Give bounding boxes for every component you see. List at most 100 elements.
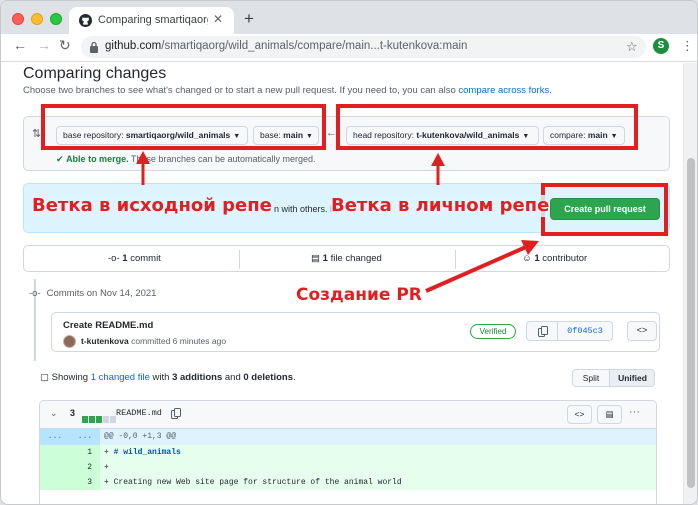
commit-time: committed 6 minutes ago (131, 336, 227, 346)
copy-sha-button[interactable] (526, 321, 558, 341)
diff-summary: ▢ Showing 1 changed file with 3 addition… (40, 372, 296, 383)
lock-icon (90, 41, 98, 53)
hunk-header-text: @@ -0,0 +1,3 @@ (104, 432, 177, 441)
diff-line: 2 + (40, 460, 656, 475)
commit-icon: -o- (108, 253, 120, 264)
rich-diff-button[interactable]: ▤ (597, 405, 622, 424)
tab-bar: Comparing smartiqaorg:main... ✕ + (1, 1, 697, 34)
diff-view-toggle: Split Unified (572, 369, 655, 387)
files-stat[interactable]: ▤ 1 file changed (311, 253, 382, 264)
git-compare-icon: ⇅ (32, 128, 42, 140)
divider (455, 250, 456, 269)
merge-status-label: Able to merge. (66, 154, 129, 164)
new-tab-button[interactable]: + (244, 9, 254, 29)
changed-files-link[interactable]: 1 changed file (91, 372, 150, 383)
diff-code: + # wild_animals (104, 445, 181, 460)
divider (239, 250, 240, 269)
bookmark-star-icon[interactable]: ☆ (626, 39, 638, 55)
commits-date-heading: -o- Commits on Nov 14, 2021 (29, 288, 156, 299)
expand-down-icon[interactable]: ... (70, 429, 100, 445)
hunk-header: ... ... @@ -0,0 +1,3 @@ (40, 429, 656, 445)
new-line-number[interactable]: 1 (70, 445, 100, 460)
url-domain: github.com (105, 40, 162, 52)
chevron-down-icon[interactable]: ⌄ (50, 408, 58, 419)
contributors-label: contributor (542, 253, 588, 264)
create-pr-highlight (541, 183, 668, 236)
reload-icon[interactable]: ↻ (59, 37, 71, 54)
verified-badge[interactable]: Verified (470, 324, 516, 339)
base-branch-highlight (41, 104, 326, 150)
base-branch-annotation: Ветка в исходной репе (32, 195, 272, 217)
create-pr-annotation: Создание PR (293, 285, 425, 305)
personal-branch-annotation: Ветка в личном репе (331, 195, 550, 217)
commits-stat[interactable]: -o- 1 commit (108, 253, 161, 264)
subtitle-text: Choose two branches to see what's change… (23, 85, 456, 96)
code-view-button[interactable]: <> (567, 405, 592, 424)
file-diff-icon: ▤ (311, 253, 320, 264)
check-icon: ✔ (56, 154, 64, 164)
tab-title: Comparing smartiqaorg:main... (98, 14, 208, 26)
commit-meta: t-kutenkova committed 6 minutes ago (81, 336, 226, 346)
expand-up-icon[interactable]: ... (40, 429, 70, 445)
minimize-window-button[interactable] (31, 13, 43, 25)
browse-repo-button[interactable]: <> (627, 321, 657, 341)
file-change-count: 3 (70, 408, 76, 418)
head-branch-highlight (336, 104, 638, 150)
commit-row: Create README.md t-kutenkova committed 6… (51, 312, 660, 352)
browser-menu-icon[interactable]: ⋮ (681, 38, 694, 54)
diff-line: 3 + Creating new Web site page for struct… (40, 475, 656, 490)
new-line-number[interactable]: 3 (70, 475, 100, 490)
browser-tab[interactable]: Comparing smartiqaorg:main... ✕ (69, 7, 234, 34)
new-line-number[interactable]: 2 (70, 460, 100, 475)
close-window-button[interactable] (12, 13, 24, 25)
tab-close-icon[interactable]: ✕ (213, 12, 223, 26)
diff-additions: 3 additions (172, 372, 223, 383)
forward-icon[interactable]: → (37, 37, 51, 53)
contributors-count: 1 (534, 253, 540, 264)
merge-status-text: These branches can be automatically merg… (130, 154, 316, 164)
diff-prefix: + (104, 448, 114, 457)
commits-label: commit (130, 253, 161, 264)
people-icon: ☺ (522, 253, 532, 264)
back-icon[interactable]: ← (13, 37, 27, 53)
avatar[interactable] (63, 335, 76, 348)
address-bar[interactable]: github.com/smartiqaorg/wild_animals/comp… (81, 36, 646, 58)
unified-view-button[interactable]: Unified (610, 370, 654, 386)
commit-author-link[interactable]: t-kutenkova (81, 336, 129, 346)
diff-code: + (104, 463, 109, 472)
diffstat-bars (82, 410, 117, 428)
url-text: github.com/smartiqaorg/wild_animals/comp… (105, 40, 467, 52)
old-line-number[interactable] (40, 475, 70, 490)
split-view-button[interactable]: Split (573, 370, 610, 386)
commit-dot-icon: -o- (29, 288, 41, 299)
diff-code: + Creating new Web site page for structu… (104, 478, 402, 487)
commits-date-label: Commits on Nov 14, 2021 (46, 288, 157, 299)
commit-title-link[interactable]: Create README.md (63, 320, 153, 331)
diff-and: and (224, 372, 241, 383)
diff-period: . (293, 372, 296, 383)
diff-line: 1 + # wild_animals (40, 445, 656, 460)
diff-deletions: 0 deletions (243, 372, 293, 383)
diff-showing: Showing (51, 372, 89, 383)
file-name-link[interactable]: README.md (116, 408, 162, 418)
profile-avatar[interactable]: S (653, 38, 669, 54)
contributors-stat[interactable]: ☺ 1 contributor (522, 253, 587, 264)
browser-toolbar: ← → ↻ github.com/smartiqaorg/wild_animal… (1, 34, 697, 62)
old-line-number[interactable] (40, 445, 70, 460)
browser-window: Comparing smartiqaorg:main... ✕ + ← → ↻ … (0, 0, 698, 505)
compare-stats: -o- 1 commit ▤ 1 file changed ☺ 1 contri… (23, 245, 670, 272)
copy-icon (538, 326, 548, 337)
commit-sha-link[interactable]: 0f045c3 (557, 321, 613, 341)
maximize-window-button[interactable] (50, 13, 62, 25)
copy-icon[interactable] (171, 408, 181, 419)
old-line-number[interactable] (40, 460, 70, 475)
more-options-icon[interactable]: ··· (629, 406, 640, 418)
compare-across-forks-link[interactable]: compare across forks. (458, 85, 551, 96)
files-count: 1 (322, 253, 328, 264)
diff-with: with (152, 372, 170, 383)
page-title: Comparing changes (23, 65, 167, 82)
github-icon (79, 14, 92, 27)
file-icon: ▢ (40, 372, 49, 383)
diff-heading-text: # wild_animals (113, 448, 181, 457)
files-label: file changed (330, 253, 382, 264)
